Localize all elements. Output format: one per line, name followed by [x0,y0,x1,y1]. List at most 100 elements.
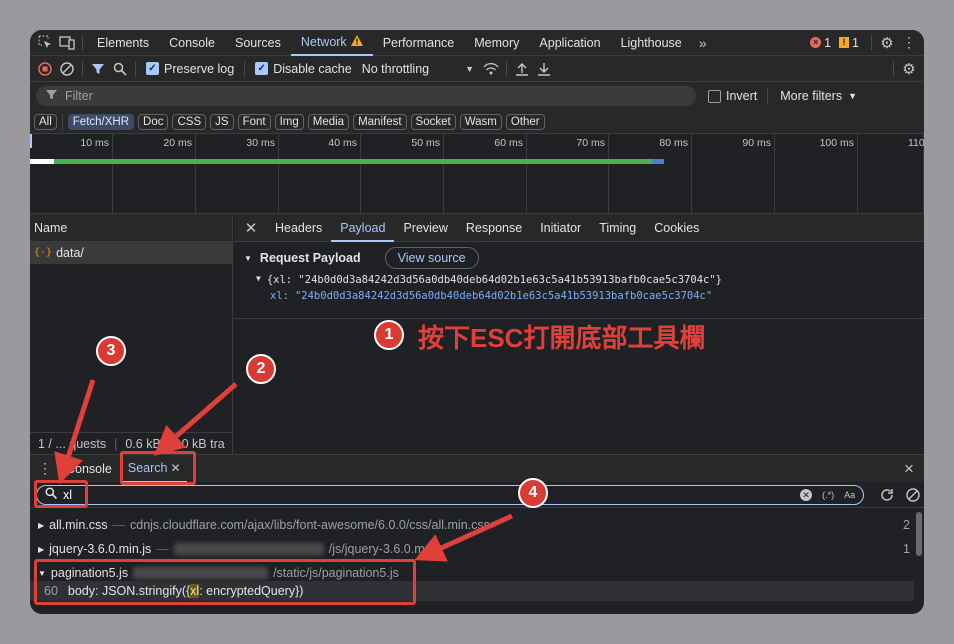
fetch-brace-icon: {·} [34,247,53,258]
tab-memory[interactable]: Memory [464,30,529,56]
type-chip-wasm[interactable]: Wasm [459,113,502,130]
separator [767,88,769,104]
preserve-log-checkbox[interactable]: ✓ Preserve log [146,62,234,76]
drawer-menu-icon[interactable]: ⋮ [34,458,56,480]
devtools-tab-bar: Elements Console Sources Network Perform… [30,30,924,56]
search-result-file[interactable]: ▶ jquery-3.6.0.min.js — /js/jquery-3.6.0… [30,538,914,560]
detail-tab-timing[interactable]: Timing [590,214,645,242]
kebab-menu-icon[interactable]: ⋮ [898,32,920,54]
network-conditions-icon[interactable] [480,58,502,80]
timeline-tick-label: 100 ms [819,137,854,149]
type-chip-css[interactable]: CSS [172,113,207,130]
redacted-path [173,543,324,555]
type-chip-font[interactable]: Font [237,113,271,130]
export-har-icon[interactable] [533,58,555,80]
tab-network-label: Network [300,34,347,49]
timeline-tick: 40 ms [328,134,361,214]
type-chip-js[interactable]: JS [210,113,234,130]
separator: — [156,542,169,556]
name-column-header[interactable]: Name [30,214,232,242]
tab-sources[interactable]: Sources [225,30,291,56]
error-count: 1 [824,35,832,50]
type-chip-other[interactable]: Other [505,113,545,130]
filter-input[interactable]: Filter [36,86,696,106]
tab-application[interactable]: Application [529,30,610,56]
close-drawer-icon[interactable]: × [898,458,920,480]
detail-tab-initiator[interactable]: Initiator [531,214,590,242]
results-scrollbar[interactable] [916,512,922,556]
search-result-file[interactable]: ▶ all.min.css — cdnjs.cloudflare.com/aja… [30,514,914,536]
detail-tab-response[interactable]: Response [457,214,531,242]
result-file-path: /js/jquery-3.6.0.m... [328,542,436,556]
timeline-tick-label: 60 ms [494,137,523,149]
tab-console[interactable]: Console [159,30,225,56]
timeline-tick-label: 90 ms [742,137,771,149]
result-file-name: jquery-3.6.0.min.js [49,542,152,556]
timeline-tick-label: 110 [908,137,924,149]
search-input[interactable]: xl ✕ (.*) Aa [36,484,865,505]
match-case-toggle[interactable]: Aa [844,490,855,500]
timeline-tick: 100 ms [820,134,858,214]
close-detail-icon[interactable]: ✕ [240,217,262,239]
request-count: 1 / ... quests [38,437,107,451]
timeline-request-bar [54,159,652,164]
type-chip-all[interactable]: All [34,113,57,130]
type-chip-media[interactable]: Media [307,113,350,130]
payload-value: "24b0d0d3a84242d3d56a0db40deb64d02b1e63c… [294,290,713,302]
tab-elements[interactable]: Elements [87,30,159,56]
timeline-tick: 90 ms [742,134,775,214]
timeline-tick: 30 ms [246,134,279,214]
timeline-tick: 80 ms [659,134,692,214]
throttling-value: No throttling [361,61,430,76]
type-chip-fetch-xhr[interactable]: Fetch/XHR [67,113,135,130]
preserve-log-label: Preserve log [164,61,235,76]
separator [82,34,83,51]
payload-section-header[interactable]: ▼ Request Payload View source [244,247,924,269]
type-chip-socket[interactable]: Socket [410,113,456,130]
disable-cache-checkbox[interactable]: ✓ Disable cache [255,62,352,76]
more-tabs-icon[interactable]: » [692,32,714,54]
tab-performance[interactable]: Performance [373,30,465,56]
import-har-icon[interactable] [511,58,533,80]
issue-icon: ! [839,37,850,48]
highlight-matched-result [34,559,416,605]
view-source-button[interactable]: View source [384,247,479,269]
network-settings-gear-icon[interactable]: ⚙ [898,58,920,80]
separator [61,113,63,130]
regex-toggle[interactable]: (.*) [822,490,834,500]
error-counter[interactable]: × 1 ! 1 [810,36,859,50]
detail-tab-headers[interactable]: Headers [266,214,331,242]
drawer-tab-console[interactable]: Console [56,455,122,483]
type-chip-manifest[interactable]: Manifest [353,113,407,130]
tab-lighthouse[interactable]: Lighthouse [611,30,692,56]
detail-tab-preview[interactable]: Preview [394,214,456,242]
detail-tab-cookies[interactable]: Cookies [645,214,708,242]
inspect-element-icon[interactable] [34,32,56,54]
more-filters-dropdown[interactable]: More filters ▼ [780,89,857,103]
tab-network[interactable]: Network [290,30,373,56]
clear-search-icon[interactable]: ✕ [800,488,813,501]
record-stop-icon[interactable] [34,58,56,80]
invert-checkbox[interactable]: Invert [708,89,757,103]
type-chip-doc[interactable]: Doc [138,113,169,130]
timeline-tick: 110 [908,134,924,214]
step-3-badge: 3 [96,336,126,366]
search-icon[interactable] [109,58,131,80]
timeline-tick: 70 ms [576,134,609,214]
filter-funnel-icon[interactable] [87,58,109,80]
separator [893,60,894,77]
payload-tree-root[interactable]: ▼ {xl: "24b0d0d3a84242d3d56a0db40deb64d0… [256,274,924,286]
network-timeline-overview[interactable]: 10 ms 20 ms 30 ms 40 ms 50 ms 60 ms 70 m… [30,134,924,214]
search-panel-toolbar: xl ✕ (.*) Aa [30,482,924,508]
request-list-panel: Name {·} data/ 1 / ... quests | 0.6 kB /… [30,214,233,454]
detail-tab-payload[interactable]: Payload [331,214,395,242]
throttling-select[interactable]: No throttling ▼ [362,62,474,76]
clear-icon[interactable] [56,58,78,80]
settings-gear-icon[interactable]: ⚙ [876,32,898,54]
request-name: data/ [56,246,84,260]
request-row[interactable]: {·} data/ [30,242,232,264]
device-toolbar-icon[interactable] [56,32,78,54]
clear-results-icon[interactable] [902,484,924,506]
type-chip-img[interactable]: Img [274,113,304,130]
refresh-icon[interactable] [876,484,898,506]
